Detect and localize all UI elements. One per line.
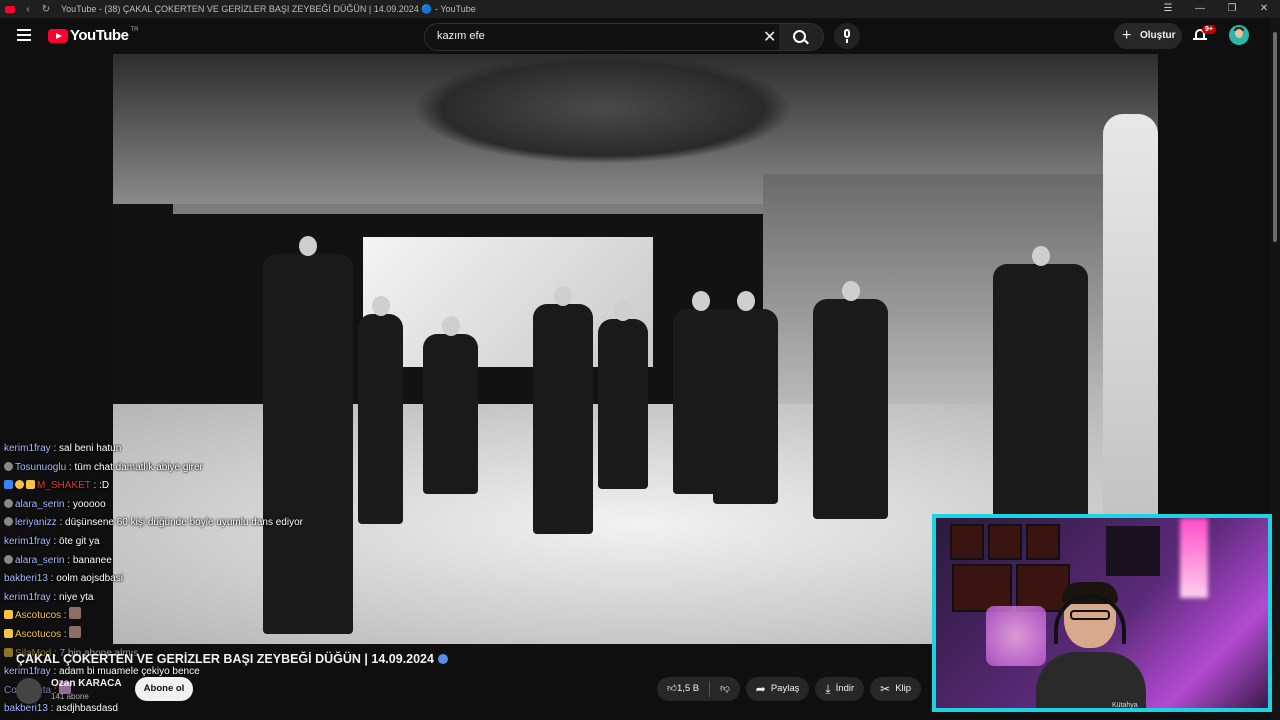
user-badge-icon <box>4 628 13 638</box>
chat-message: kerim1fray : sal beni hatun <box>4 443 122 454</box>
search-input[interactable] <box>435 29 759 43</box>
microphone-icon <box>844 29 850 38</box>
chat-message: bakberi13 : oolm aojsdbasi <box>4 573 123 585</box>
account-avatar[interactable] <box>1229 25 1249 45</box>
streamer-webcam: Kütahya <box>932 514 1272 712</box>
hamburger-menu-icon[interactable] <box>17 29 31 41</box>
search-box: ✕ <box>424 23 824 51</box>
search-button[interactable] <box>779 24 823 50</box>
browser-titlebar: ‹ ↻ YouTube - (38) ÇAKAL ÇOKERTEN VE GER… <box>0 0 1280 18</box>
menu-lines-icon[interactable]: ☰ <box>1152 0 1184 18</box>
emote-icon <box>69 607 82 620</box>
notification-badge: 9+ <box>1202 25 1216 34</box>
browser-tab-title: YouTube - (38) ÇAKAL ÇOKERTEN VE GERİZLE… <box>61 3 476 14</box>
like-count: 1,5 B <box>676 683 700 694</box>
scrollbar-thumb[interactable] <box>1273 32 1277 242</box>
thumbs-up-icon: 👍︎ <box>667 683 677 694</box>
back-arrow-icon[interactable]: ‹ <box>21 4 35 15</box>
clip-button[interactable]: ✂ Klip <box>870 677 922 701</box>
chat-message: Ascotucos : <box>4 625 364 645</box>
user-badge-icon <box>4 480 13 490</box>
like-dislike-group: 👍︎ 1,5 B 👎︎ <box>657 677 740 701</box>
chat-message: M_SHAKET : :D <box>4 477 364 496</box>
video-dancer <box>533 286 593 534</box>
download-icon: ⤓ <box>825 682 831 696</box>
share-button[interactable]: ➦ Paylaş <box>745 677 810 701</box>
create-label: Oluştur <box>1140 30 1176 41</box>
share-arrow-icon: ➦ <box>755 682 766 696</box>
minimize-icon[interactable]: — <box>1184 0 1216 18</box>
chat-message: alara_serin : bananee <box>4 552 364 571</box>
video-title: ÇAKAL ÇOKERTEN VE GERİZLER BAŞI ZEYBEĞİ … <box>16 652 448 666</box>
chat-message: alara_serin : yooooo <box>4 496 364 515</box>
user-badge-icon <box>4 554 13 564</box>
restore-icon[interactable]: ❐ <box>1216 0 1248 18</box>
youtube-header: YouTube TR ✕ + Oluştur 9+ <box>0 18 1280 54</box>
user-badge-icon <box>4 498 13 508</box>
channel-name[interactable]: Ozan KARACA <box>51 678 122 689</box>
youtube-logo[interactable]: YouTube TR <box>48 27 138 44</box>
streamer <box>1036 580 1146 708</box>
emote-icon <box>69 625 82 638</box>
plus-icon: + <box>1122 27 1132 44</box>
video-dancer <box>813 281 888 519</box>
download-button[interactable]: ⤓ İndir <box>815 677 865 701</box>
chat-message: kerim1fray : niye yta <box>4 591 94 603</box>
video-dancer <box>423 316 478 494</box>
webcam-shelf <box>1106 526 1160 576</box>
verified-icon <box>437 654 448 664</box>
youtube-play-icon <box>48 28 68 43</box>
chat-message: Ascotucos : <box>4 607 364 626</box>
video-light-truss <box>173 204 763 214</box>
channel-avatar[interactable] <box>16 678 42 704</box>
reload-icon[interactable]: ↻ <box>39 4 53 15</box>
like-button[interactable]: 👍︎ 1,5 B <box>657 677 709 701</box>
webcam-neon-light <box>1180 518 1208 598</box>
user-badge-icon <box>4 461 13 471</box>
youtube-favicon-icon <box>5 5 15 13</box>
scissors-icon: ✂ <box>880 682 891 696</box>
window-controls: ☰ — ❐ ✕ <box>1152 0 1280 18</box>
dislike-button[interactable]: 👎︎ <box>710 677 740 701</box>
logo-region: TR <box>130 26 139 33</box>
channel-subscriber-count: 141 abone <box>51 692 89 701</box>
chat-message: Tosunuoglu : tüm chat damatlık abiye gir… <box>4 459 364 478</box>
video-flower-decoration <box>413 54 793 164</box>
video-dancer <box>713 291 778 504</box>
subscribe-button[interactable]: Abone ol <box>135 677 193 701</box>
create-button[interactable]: + Oluştur <box>1114 23 1182 49</box>
thumbs-down-icon: 👎︎ <box>720 683 730 694</box>
chat-message: leriyanizz : düşünsene 60 kişi düğünde b… <box>4 514 364 533</box>
video-dancer <box>358 296 403 524</box>
video-actions: 👍︎ 1,5 B 👎︎ ➦ Paylaş ⤓ İndir ✂ Klip <box>657 677 927 701</box>
user-badge-icon <box>15 480 24 490</box>
user-badge-icon <box>4 517 13 527</box>
chat-message: kerim1fray : öte git ya <box>4 535 100 547</box>
close-window-icon[interactable]: ✕ <box>1248 0 1280 18</box>
voice-search-button[interactable] <box>834 23 860 49</box>
webcam-caption: Kütahya <box>1112 702 1138 709</box>
video-dancer <box>993 246 1088 519</box>
user-badge-icon <box>4 610 13 620</box>
chat-message: bakberi13 : asdjhbasdasd <box>4 703 118 715</box>
user-badge-icon <box>4 647 13 657</box>
logo-wordmark: YouTube <box>70 27 129 44</box>
video-dancer <box>598 301 648 489</box>
search-icon <box>793 30 806 43</box>
clear-search-icon[interactable]: ✕ <box>763 27 776 47</box>
user-badge-icon <box>26 480 35 490</box>
